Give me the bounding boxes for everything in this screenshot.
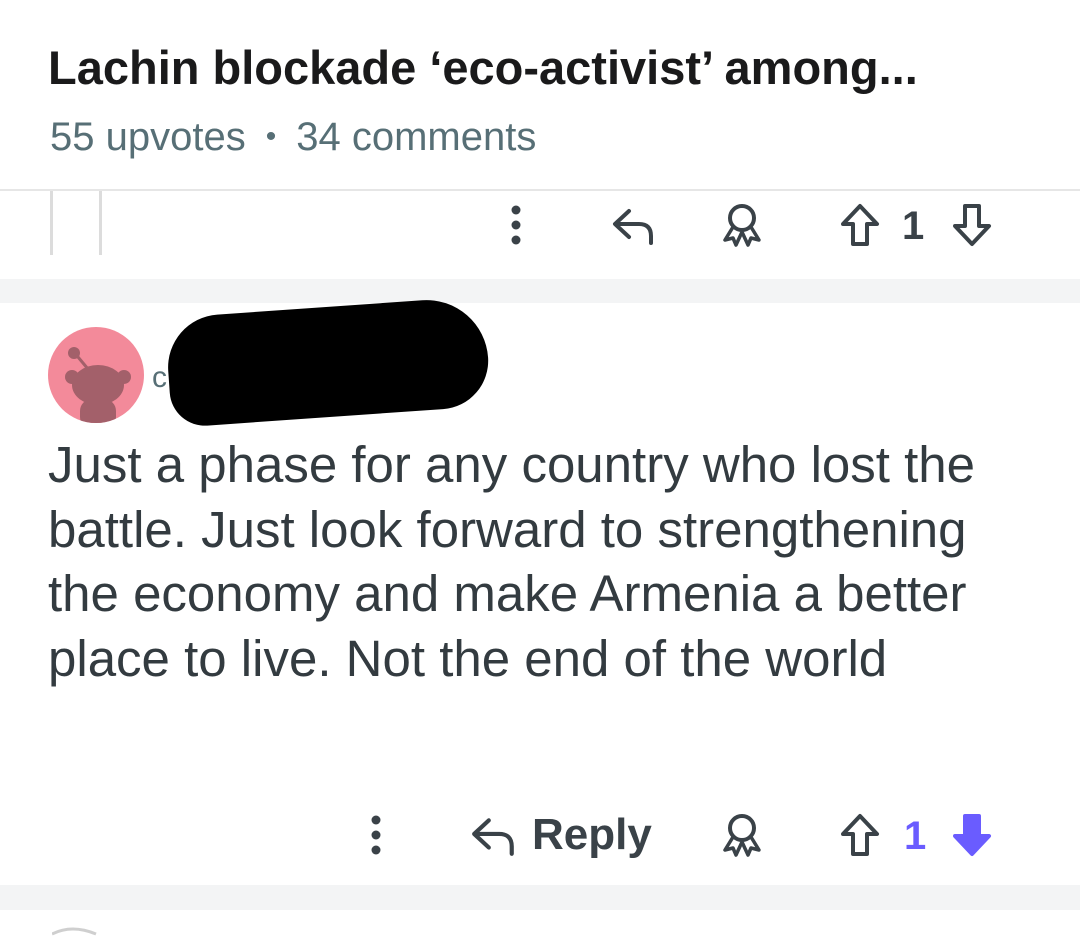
upvote-button[interactable] [838,201,882,249]
reply-arrow-icon [472,818,514,856]
vote-count: 1 [904,814,927,858]
more-options-icon [511,205,521,245]
meta-separator: • [265,120,277,153]
next-comment-preview [0,910,1080,936]
comment-separator [0,279,1080,303]
reply-button[interactable] [608,201,660,249]
award-button[interactable] [716,809,768,861]
thread-line [50,191,53,255]
post-meta: 55 upvotes • 34 comments [50,114,536,160]
more-options-button[interactable] [496,201,536,249]
more-options-icon [371,815,381,855]
comment: c Just a phase for any country who lost … [0,295,1080,885]
downvote-button[interactable] [950,201,994,249]
redaction-mark [164,295,492,429]
award-icon [723,204,761,247]
award-button[interactable] [716,199,768,251]
downvote-arrow-icon [953,814,991,856]
post-title[interactable]: Lachin blockade ‘eco-activist’ among... [48,40,918,96]
reply-arrow-icon [613,209,653,245]
vote-count: 1 [902,204,925,248]
upvote-count: 55 upvotes [50,115,246,159]
upvote-button[interactable] [838,811,882,859]
downvote-arrow-icon [953,204,991,246]
upvote-arrow-icon [841,814,879,856]
previous-comment-actions: 1 [0,191,1080,279]
avatar[interactable] [48,327,144,423]
more-options-button[interactable] [356,811,396,859]
reply-label: Reply [532,810,652,859]
thread-line [99,191,102,255]
upvote-arrow-icon [841,204,879,246]
post-header[interactable]: Lachin blockade ‘eco-activist’ among... … [0,0,1080,190]
award-icon [723,814,761,857]
comment-count: 34 comments [296,115,537,159]
snoo-avatar-icon [65,347,131,423]
comment-body: Just a phase for any country who lost th… [48,436,976,687]
author-name[interactable]: c [152,361,167,395]
reply-button[interactable]: Reply [470,807,670,863]
downvote-button[interactable] [950,811,994,859]
comment-separator [0,885,1080,910]
next-avatar-icon [52,927,97,936]
